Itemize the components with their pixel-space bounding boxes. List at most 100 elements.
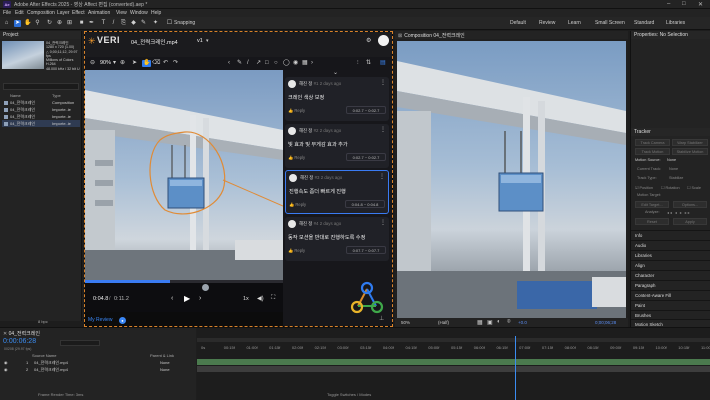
column-name-header[interactable]: Name (10, 93, 21, 98)
menu-layer[interactable]: Layer (57, 10, 70, 16)
channel-toggle-icon[interactable]: ◐ (497, 319, 501, 325)
roto-brush-icon[interactable]: ✎ (140, 20, 147, 27)
next-frame-icon[interactable]: › (199, 295, 201, 302)
close-icon[interactable]: ✕ (698, 1, 703, 8)
menu-help[interactable]: Help (151, 10, 161, 16)
scrubber-handle[interactable] (202, 284, 209, 291)
hand-tool-icon[interactable]: ✋ (142, 60, 152, 67)
snapping-checkbox-icon[interactable]: ☐ (166, 20, 173, 27)
comment-card-selected[interactable]: 해진 정 #3 2 days ago ⋮ 진행속도 좀더 빠르게 진행 👍 Re… (285, 170, 389, 214)
paint-panel-tab[interactable]: Paint (631, 300, 710, 310)
playhead[interactable] (515, 336, 516, 400)
pointer-tool-icon[interactable]: ➤ (132, 60, 137, 67)
comment-time-range[interactable]: 0:07.7 ~ 0:07.7 (346, 246, 386, 254)
tracker-title[interactable]: Tracker (631, 128, 710, 136)
project-item[interactable]: 04_전력크레인 Importe..ie (2, 120, 80, 127)
audio-panel-tab[interactable]: Audio (631, 240, 710, 250)
apply-button[interactable]: Apply (673, 218, 707, 225)
timeline-tracks[interactable]: 0s 00:15f 01:00f 01:15f 02:00f 02:15f 03:00f 03… (197, 328, 710, 400)
arrow-tool-icon[interactable]: ↗ (256, 60, 261, 67)
volume-icon[interactable]: ◀) (257, 295, 264, 302)
camera-tool-icon[interactable]: ⊕ (56, 20, 63, 27)
selection-tool-icon[interactable]: ➤ (14, 20, 21, 27)
timeline-layer-row[interactable]: ◉ 1 04_전력크레인.mp4 None (0, 359, 196, 366)
layer-parent-select[interactable]: None (160, 366, 170, 373)
workspace-small-screen[interactable]: Small Screen (595, 20, 625, 26)
menu-animation[interactable]: Animation (88, 10, 110, 16)
composition-tab[interactable]: ⊠ Composition 04_전력크레인 (395, 31, 628, 39)
content-aware-fill-tab[interactable]: Content-Aware Fill (631, 290, 710, 300)
warp-stabilizer-button[interactable]: Warp Stabilizer (672, 139, 708, 146)
comp-zoom[interactable]: 50% (401, 320, 410, 325)
version-dropdown-icon[interactable]: ▾ (206, 38, 209, 44)
playback-speed[interactable]: 1x (243, 296, 249, 302)
clone-tool-icon[interactable]: ⎘ (120, 20, 127, 27)
current-track-select[interactable]: None (669, 167, 678, 171)
menu-edit[interactable]: Edit (15, 10, 24, 16)
stabilize-motion-button[interactable]: Stabilize Motion (672, 148, 708, 155)
properties-title[interactable]: Properties: No Selection (631, 31, 710, 39)
pin-icon[interactable]: ⊥ (379, 315, 384, 322)
motion-source-select[interactable]: None (667, 158, 676, 162)
analyze-controls-icon[interactable]: ◂◂ ◂ ▸ ▸▸ (667, 210, 691, 215)
position-checkbox-icon[interactable]: ☑ (635, 186, 638, 190)
veri-file-name[interactable]: 04_전력크레인.mp4 (131, 38, 178, 46)
comp-exposure[interactable]: +0.0 (518, 320, 527, 325)
project-item[interactable]: 04_전력크레인 Importe..ie (2, 106, 80, 113)
menu-composition[interactable]: Composition (27, 10, 55, 16)
workspace-learn[interactable]: Learn (568, 20, 581, 26)
comment-time-range[interactable]: 0:02.7 ~ 0:02.7 (346, 106, 386, 114)
chat-bubble-icon[interactable]: ◯ (283, 60, 290, 67)
comp-resolution[interactable]: (Half) (438, 320, 449, 325)
rotate-tool-icon[interactable]: ↻ (46, 20, 53, 27)
reply-link[interactable]: Reply (294, 248, 305, 253)
like-icon[interactable]: 👍 (288, 155, 293, 160)
comment-menu-icon[interactable]: ⋮ (380, 79, 386, 86)
comment-card[interactable]: 해진 정 #1 2 days ago ⋮ 크레인 색상 보정 👍 Reply 0… (285, 77, 389, 121)
comment-menu-icon[interactable]: ⋮ (380, 219, 386, 226)
visibility-icon[interactable]: ◉ (4, 359, 8, 366)
collapse-left-icon[interactable]: ‹ (228, 60, 230, 67)
workspace-review[interactable]: Review (539, 20, 555, 26)
rectangle-tool-icon[interactable]: ■ (78, 20, 85, 27)
line-tool-icon[interactable]: / (247, 60, 249, 67)
play-icon[interactable]: ▶ (184, 294, 190, 303)
minimize-icon[interactable]: – (667, 1, 670, 7)
track-motion-button[interactable]: Track Motion (635, 148, 670, 155)
scale-checkbox-icon[interactable]: ☐ (687, 186, 690, 190)
reply-link[interactable]: Reply (295, 202, 306, 207)
project-item[interactable]: 04_전력크레인 Importe..ie (2, 113, 80, 120)
color-fill-icon[interactable]: ◉ (293, 60, 298, 67)
comment-menu-icon[interactable]: ⋮ (380, 126, 386, 133)
zoom-dropdown-icon[interactable]: ▾ (113, 60, 116, 67)
comment-card[interactable]: 해진 정 #2 2 days ago ⋮ 빛 효과 및 무게감 효과 추가 👍 … (285, 124, 389, 168)
menu-view[interactable]: View (116, 10, 127, 16)
zoom-tool-icon[interactable]: ⚲ (34, 20, 41, 27)
circle-shape-icon[interactable]: ○ (274, 60, 278, 67)
timeline-timecode[interactable]: 0:00:06:28 (3, 338, 36, 345)
reply-link[interactable]: Reply (294, 108, 305, 113)
comment-time-range[interactable]: 0:02.7 ~ 0:02.7 (346, 153, 386, 161)
pen-tool-icon[interactable]: ✒ (88, 20, 95, 27)
like-icon[interactable]: 👍 (288, 248, 293, 253)
type-tool-icon[interactable]: T (100, 20, 107, 27)
review-video-frame[interactable] (85, 70, 283, 312)
time-ruler[interactable]: 0s 00:15f 01:00f 01:15f 02:00f 02:15f 03:00f 03… (197, 328, 710, 352)
user-avatar[interactable] (378, 35, 389, 46)
menu-file[interactable]: File (3, 10, 11, 16)
info-panel-tab[interactable]: Info (631, 230, 710, 240)
rotation-checkbox-icon[interactable]: ☐ (661, 186, 664, 190)
workspace-standard[interactable]: Standard (634, 20, 654, 26)
reply-link[interactable]: Reply (294, 155, 305, 160)
previous-frame-icon[interactable]: ‹ (171, 295, 173, 302)
track-camera-button[interactable]: Track Camera (635, 139, 670, 146)
options-button[interactable]: Options... (673, 201, 707, 208)
zoom-out-icon[interactable]: ⊖ (90, 60, 95, 67)
mask-toggle-icon[interactable]: ▣ (487, 319, 493, 326)
filter-icon[interactable]: ⫶ (357, 60, 359, 67)
fullscreen-icon[interactable]: ⛶ (271, 295, 275, 302)
undo-icon[interactable]: ↶ (163, 60, 168, 67)
eraser-icon[interactable]: ⌫ (152, 60, 160, 67)
hand-tool-icon[interactable]: ✋ (24, 20, 31, 27)
pan-behind-tool-icon[interactable]: ⊞ (66, 20, 73, 27)
